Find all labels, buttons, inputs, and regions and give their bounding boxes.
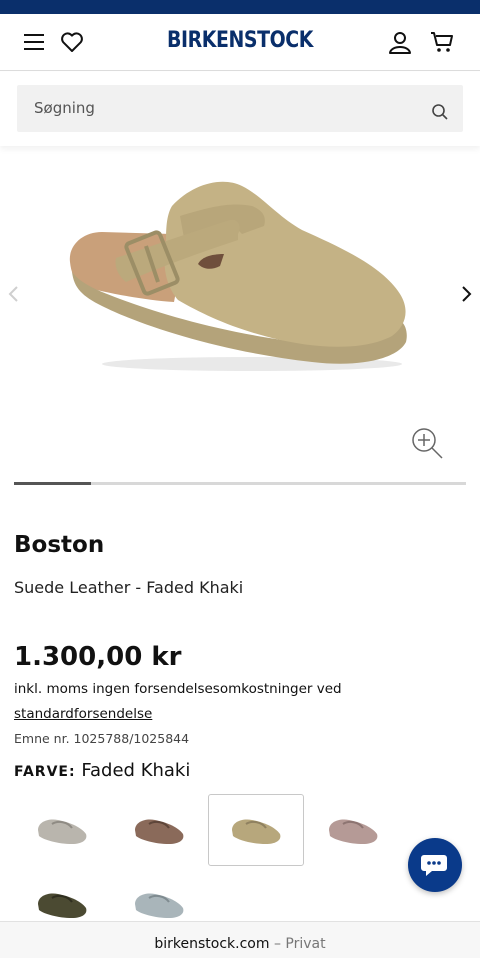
color-selection: FARVE: Faded Khaki bbox=[14, 760, 190, 781]
swatch-taupe-rose[interactable] bbox=[305, 794, 401, 866]
search-icon[interactable] bbox=[431, 103, 449, 121]
swatch-shoe-image bbox=[38, 819, 87, 844]
search-placeholder: Søgning bbox=[34, 99, 95, 117]
color-label: FARVE: bbox=[14, 764, 76, 780]
product-image bbox=[69, 181, 407, 371]
search-input[interactable]: Søgning bbox=[17, 85, 463, 132]
product-price: 1.300,00 kr bbox=[14, 642, 182, 672]
product-title: Boston bbox=[14, 532, 105, 558]
chevron-right-icon[interactable] bbox=[456, 284, 476, 304]
browser-address-bar[interactable]: birkenstock.com – Privat bbox=[0, 921, 480, 958]
swatch-stone-grey[interactable] bbox=[14, 794, 110, 866]
site-header: BIRKENSTOCK bbox=[0, 14, 480, 71]
tax-note: inkl. moms ingen forsendelsesomkostninge… bbox=[14, 681, 342, 697]
search-bar: Søgning bbox=[0, 72, 480, 146]
shipping-link[interactable]: standardforsendelse bbox=[14, 706, 152, 722]
gallery-progress bbox=[14, 482, 466, 485]
chat-bubble-icon[interactable] bbox=[408, 838, 462, 892]
zoom-in-icon[interactable] bbox=[410, 426, 444, 460]
product-variant: Suede Leather - Faded Khaki bbox=[14, 578, 244, 597]
browser-domain: birkenstock.com bbox=[154, 936, 270, 952]
swatch-mocha[interactable] bbox=[111, 794, 207, 866]
product-gallery[interactable] bbox=[0, 146, 480, 476]
cart-icon[interactable] bbox=[428, 28, 456, 56]
swatch-shoe-image bbox=[232, 819, 281, 844]
item-number: Emne nr. 1025788/1025844 bbox=[14, 731, 190, 746]
top-color-bar bbox=[0, 0, 480, 14]
color-value: Faded Khaki bbox=[81, 760, 191, 781]
brand-logo[interactable]: BIRKENSTOCK bbox=[34, 28, 447, 53]
swatch-shoe-image bbox=[135, 819, 184, 844]
swatch-shoe-image bbox=[38, 893, 87, 918]
swatch-shoe-image bbox=[135, 893, 184, 918]
swatch-faded-khaki[interactable] bbox=[208, 794, 304, 866]
chevron-left-icon[interactable] bbox=[4, 284, 24, 304]
gallery-progress-fill bbox=[14, 482, 91, 485]
swatch-shoe-image bbox=[329, 819, 378, 844]
user-icon[interactable] bbox=[386, 28, 414, 56]
browser-private-mode: – Privat bbox=[273, 936, 326, 952]
